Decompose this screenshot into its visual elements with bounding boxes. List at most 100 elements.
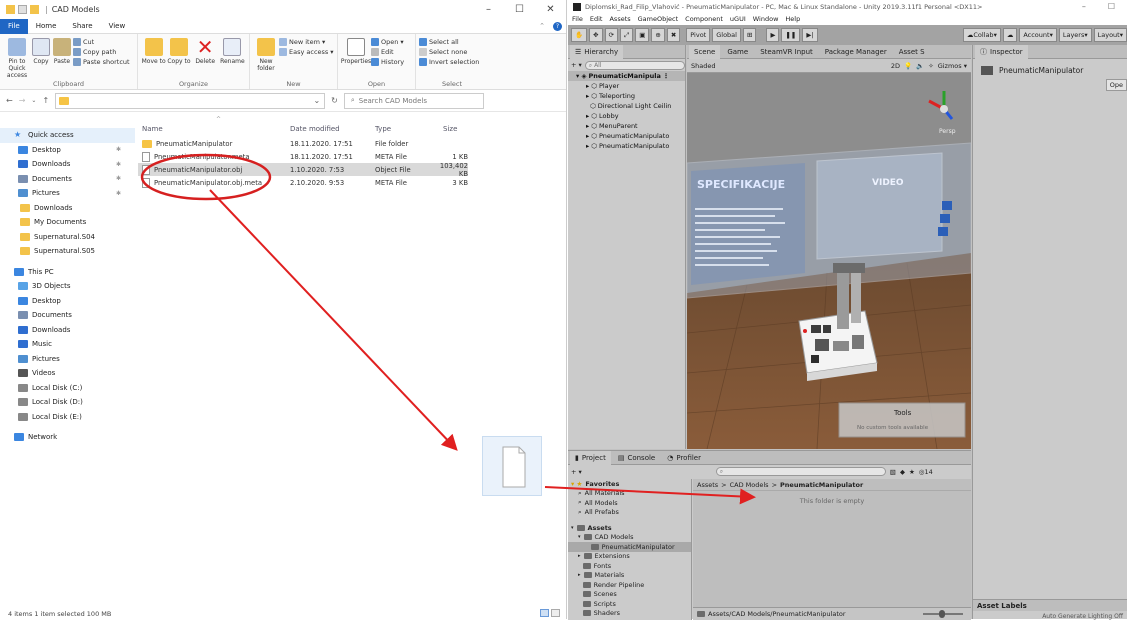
pin-icon[interactable]: ✱ bbox=[116, 161, 121, 168]
asset-folder[interactable]: Shaders bbox=[568, 609, 691, 619]
tab-share[interactable]: Share bbox=[64, 19, 100, 34]
unity-maximize-button[interactable]: ☐ bbox=[1108, 2, 1115, 11]
favorite-search-icon[interactable]: ★ bbox=[909, 468, 915, 476]
menu-component[interactable]: Component bbox=[685, 15, 723, 23]
shading-mode-dropdown[interactable]: Shaded bbox=[691, 62, 715, 70]
tab-file[interactable]: File bbox=[0, 18, 28, 34]
expand-icon[interactable]: ▸ bbox=[578, 572, 581, 578]
column-name[interactable]: Name bbox=[138, 125, 290, 133]
pin-icon[interactable]: ✱ bbox=[116, 175, 121, 182]
column-size[interactable]: Size bbox=[437, 125, 468, 133]
open-asset-button[interactable]: Ope bbox=[1105, 79, 1127, 91]
menu-gameobject[interactable]: GameObject bbox=[638, 15, 679, 23]
layers-dropdown[interactable]: Layers ▾ bbox=[1058, 28, 1092, 42]
expand-icon[interactable] bbox=[586, 102, 588, 110]
pause-button[interactable]: ❚❚ bbox=[781, 28, 801, 42]
icon-size-slider[interactable] bbox=[923, 610, 963, 618]
asset-folder[interactable]: Fonts bbox=[568, 561, 691, 571]
help-icon[interactable]: ? bbox=[553, 21, 562, 31]
asset-folder[interactable]: ▾ Assets bbox=[568, 523, 691, 533]
cut-button[interactable]: Cut bbox=[73, 38, 130, 46]
tab-scene[interactable]: Scene bbox=[689, 44, 721, 59]
cloud-icon[interactable]: ☁ bbox=[1002, 28, 1018, 42]
expand-icon[interactable]: ▸ bbox=[586, 132, 589, 140]
asset-folder[interactable]: Scenes bbox=[568, 590, 691, 600]
expand-icon[interactable] bbox=[578, 591, 580, 597]
hand-tool-icon[interactable]: ✋ bbox=[571, 28, 588, 42]
column-type[interactable]: Type bbox=[375, 125, 437, 133]
collab-dropdown[interactable]: ☁ Collab ▾ bbox=[962, 28, 1001, 42]
invert-selection-button[interactable]: Invert selection bbox=[419, 58, 479, 66]
minimize-button[interactable]: – bbox=[473, 0, 504, 19]
nav-item-local-disk-d-[interactable]: Local Disk (D:) bbox=[0, 395, 135, 410]
nav-item-quick-access[interactable]: ★ Quick access bbox=[0, 128, 135, 143]
quick-access-toolbar[interactable] bbox=[6, 5, 39, 14]
nav-item-documents[interactable]: Documents bbox=[0, 308, 135, 323]
stop-video-icon[interactable] bbox=[938, 227, 948, 236]
menu-assets[interactable]: Assets bbox=[609, 15, 630, 23]
rotate-tool-icon[interactable]: ⟳ bbox=[604, 28, 618, 42]
hierarchy-item[interactable]: ▸ ⬡ Teleporting bbox=[568, 91, 685, 101]
back-icon[interactable]: ← bbox=[6, 96, 13, 105]
account-dropdown[interactable]: Account ▾ bbox=[1019, 28, 1057, 42]
select-none-button[interactable]: Select none bbox=[419, 48, 479, 56]
new-item-button[interactable]: New item ▾ bbox=[279, 38, 334, 46]
nav-item-pictures[interactable]: Pictures ✱ bbox=[0, 186, 135, 201]
nav-item-supernatural-s05[interactable]: Supernatural.S05 bbox=[0, 244, 135, 259]
large-icons-view-icon[interactable] bbox=[551, 609, 560, 617]
search-by-label-icon[interactable]: ◆ bbox=[900, 468, 905, 476]
expand-icon[interactable] bbox=[578, 601, 580, 607]
expand-icon[interactable]: ▾ bbox=[571, 525, 574, 531]
open-button[interactable]: Open ▾ bbox=[371, 38, 404, 46]
nav-item-supernatural-s04[interactable]: Supernatural.S04 bbox=[0, 230, 135, 245]
pause-video-icon[interactable] bbox=[940, 214, 950, 223]
nav-item-desktop[interactable]: Desktop ✱ bbox=[0, 143, 135, 158]
search-by-type-icon[interactable]: ▧ bbox=[890, 468, 896, 476]
tab-asset-s[interactable]: Asset S bbox=[894, 45, 930, 59]
layout-dropdown[interactable]: Layout ▾ bbox=[1093, 28, 1127, 42]
recent-dropdown-icon[interactable]: ⌄ bbox=[31, 97, 36, 104]
select-all-button[interactable]: Select all bbox=[419, 38, 479, 46]
paste-shortcut-button[interactable]: Paste shortcut bbox=[73, 58, 130, 66]
project-create-dropdown[interactable]: + ▾ bbox=[571, 468, 582, 476]
nav-item-videos[interactable]: Videos bbox=[0, 366, 135, 381]
project-search-input[interactable]: ⌕ bbox=[715, 467, 886, 476]
expand-icon[interactable]: ▸ bbox=[586, 142, 589, 150]
column-date-modified[interactable]: Date modified bbox=[290, 125, 375, 133]
menu-file[interactable]: File bbox=[572, 15, 583, 23]
expand-icon[interactable]: ▸ bbox=[586, 92, 589, 100]
nav-item-my-documents[interactable]: My Documents bbox=[0, 215, 135, 230]
expand-icon[interactable] bbox=[578, 582, 580, 588]
pivot-toggle[interactable]: Pivot bbox=[686, 28, 711, 42]
menu-ugui[interactable]: uGUI bbox=[730, 15, 746, 23]
nav-item-local-disk-c-[interactable]: Local Disk (C:) bbox=[0, 381, 135, 396]
tab-hierarchy[interactable]: ☰ Hierarchy bbox=[570, 44, 624, 59]
breadcrumb-pneumatic[interactable]: PneumaticManipulator bbox=[780, 481, 863, 489]
hidden-packages-count[interactable]: ◎14 bbox=[919, 468, 933, 476]
scale-tool-icon[interactable]: ⤢ bbox=[620, 28, 634, 42]
new-folder-icon[interactable] bbox=[30, 5, 39, 14]
global-toggle[interactable]: Global bbox=[712, 28, 741, 42]
hierarchy-item[interactable]: ▸ ⬡ Player bbox=[568, 81, 685, 91]
expand-icon[interactable]: ▾ bbox=[578, 534, 581, 540]
ribbon-expand-icon[interactable]: ⌃ bbox=[531, 19, 553, 34]
scene-root[interactable]: ▾ ◈ PneumaticManipula ⋮ bbox=[568, 71, 685, 81]
copy-path-button[interactable]: Copy path bbox=[73, 48, 130, 56]
menu-window[interactable]: Window bbox=[753, 15, 779, 23]
grid-snap-icon[interactable]: ⊞ bbox=[742, 28, 757, 42]
expand-icon[interactable]: ▸ bbox=[586, 112, 589, 120]
asset-folder[interactable]: PneumaticManipulator bbox=[568, 542, 691, 552]
favorites-item[interactable]: ▾ ★ Favorites bbox=[568, 479, 691, 489]
nav-item-this-pc[interactable]: This PC bbox=[0, 265, 135, 280]
expand-icon[interactable] bbox=[578, 610, 580, 616]
play-button[interactable]: ▶ bbox=[766, 28, 780, 42]
scene-viewport[interactable]: SPECIFIKACIJE VIDEO Persp Tools No custo… bbox=[687, 73, 971, 449]
address-dropdown-icon[interactable]: ⌄ bbox=[313, 96, 324, 105]
tab-inspector[interactable]: ⓘ Inspector bbox=[975, 44, 1028, 59]
expand-icon[interactable]: ▸ bbox=[586, 122, 589, 130]
easy-access-button[interactable]: Easy access ▾ bbox=[279, 48, 334, 56]
details-view-icon[interactable] bbox=[540, 609, 549, 617]
breadcrumb-cad-models[interactable]: CAD Models bbox=[730, 481, 769, 489]
asset-folder[interactable]: Render Pipeline bbox=[568, 580, 691, 590]
transform-tool-icon[interactable]: ⊕ bbox=[651, 28, 665, 42]
